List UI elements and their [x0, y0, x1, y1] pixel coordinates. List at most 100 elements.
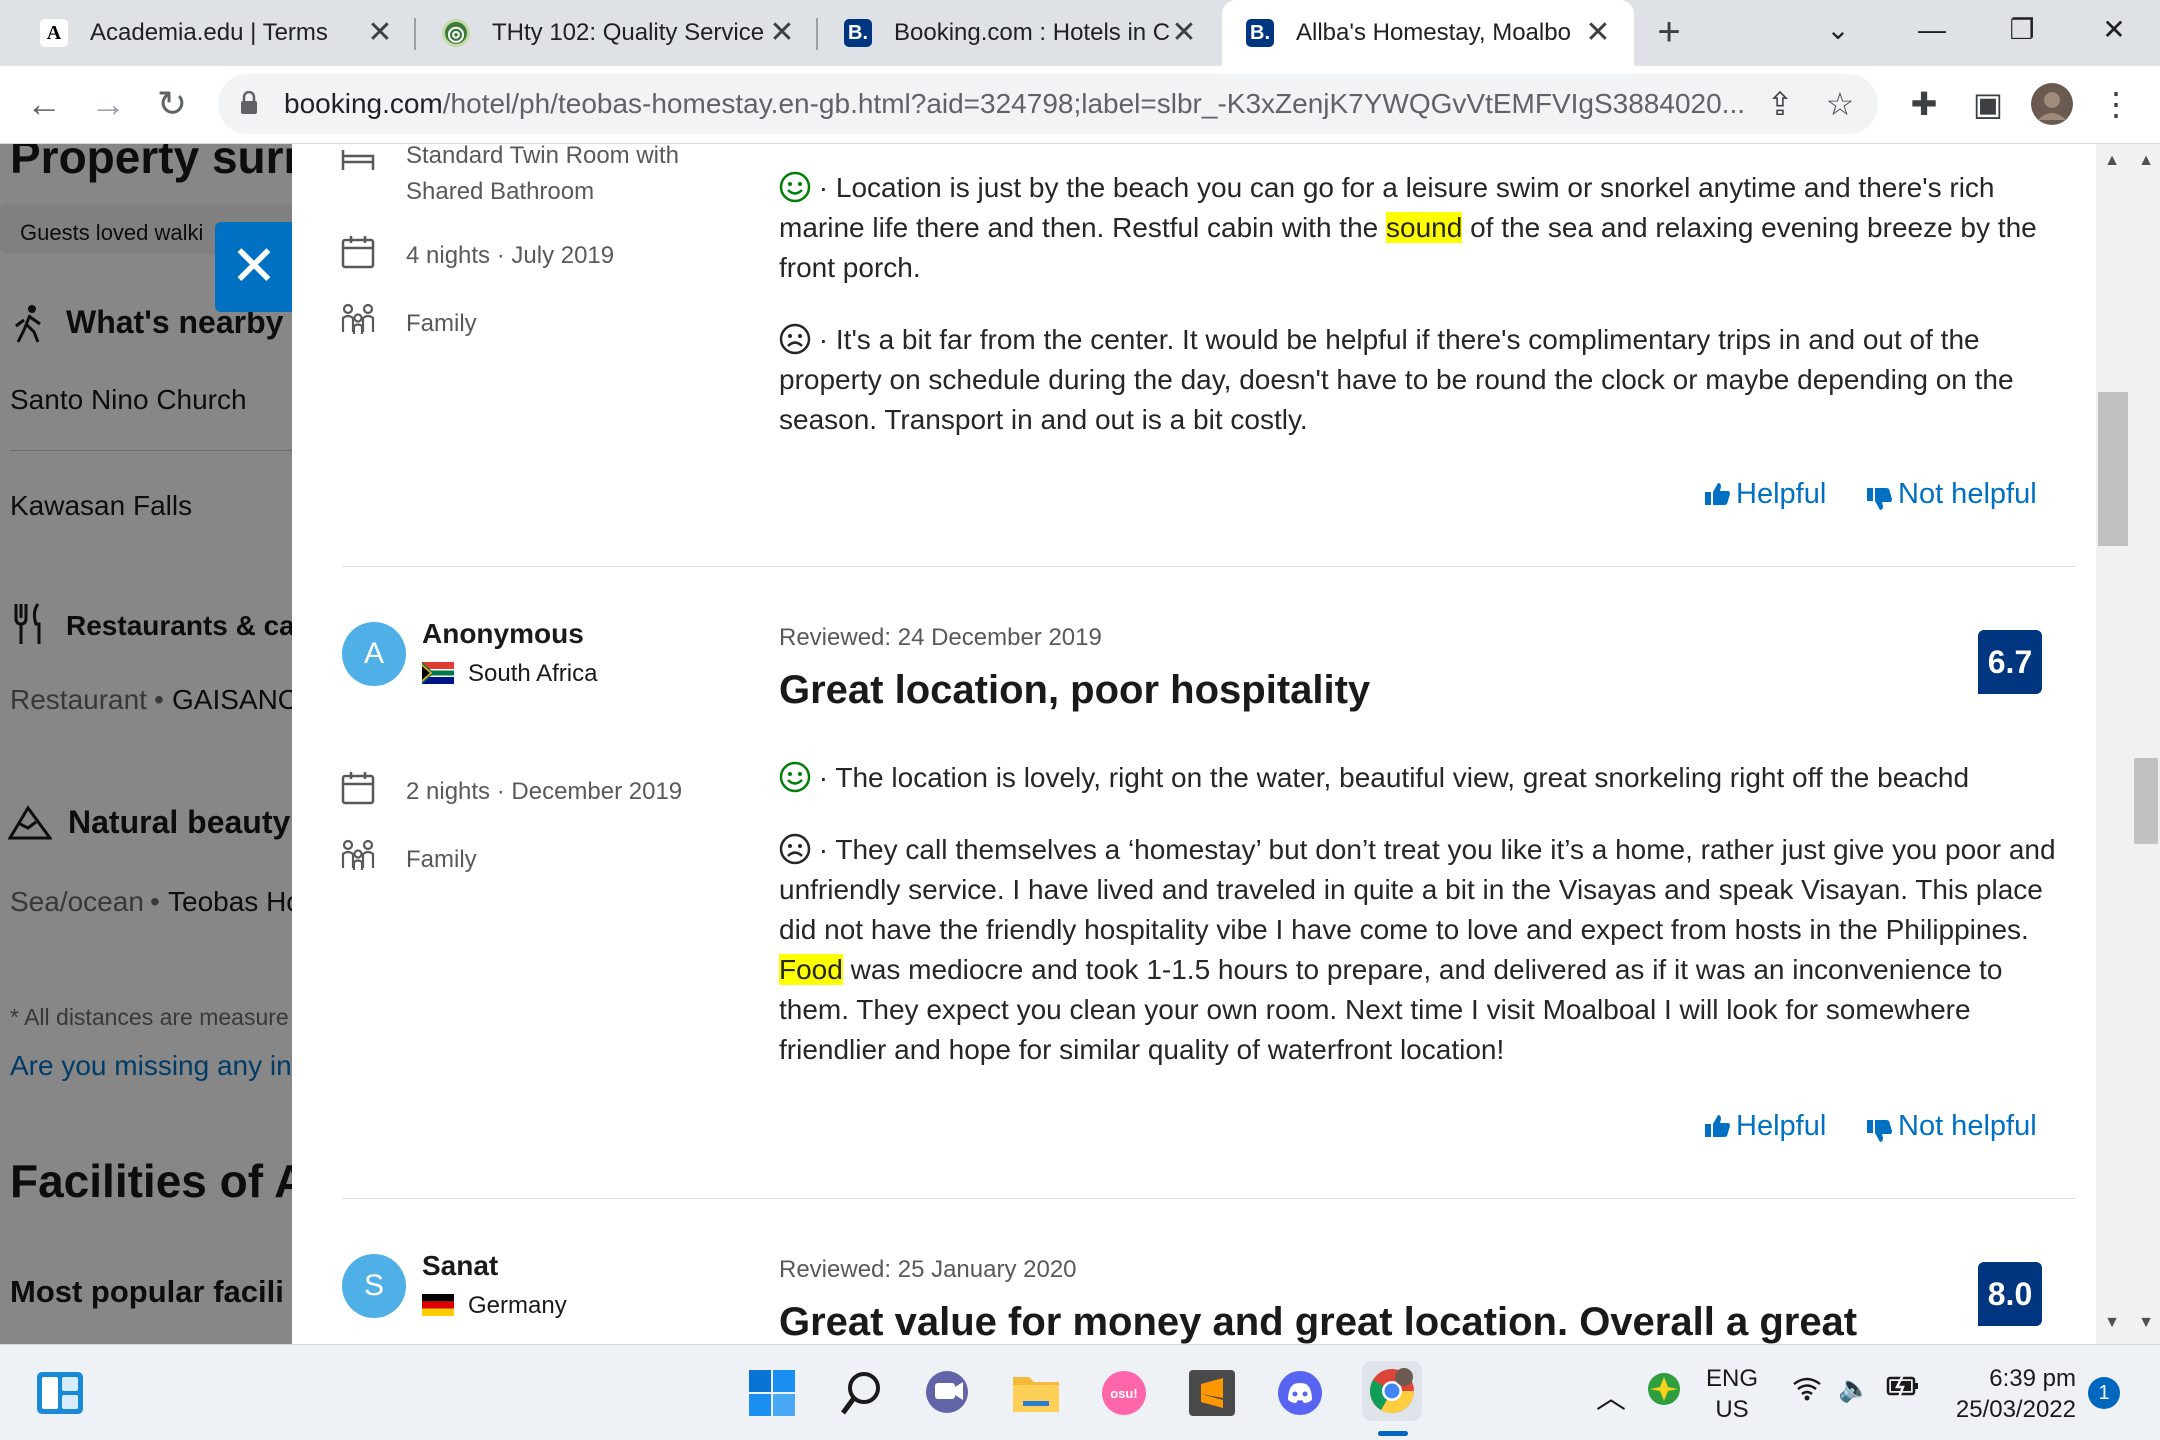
traveler-type: Family — [406, 846, 477, 873]
review-date: Reviewed: 24 December 2019 — [779, 624, 1102, 651]
osu-app-icon[interactable]: osu! — [1096, 1365, 1152, 1421]
teams-chat-icon[interactable] — [920, 1365, 976, 1421]
helpful-label: Helpful — [1736, 1110, 1827, 1142]
happy-face-icon — [779, 761, 811, 793]
clock[interactable]: 6:39 pm 25/03/2022 — [1946, 1363, 2076, 1425]
reviewer-name: Anonymous — [422, 618, 584, 649]
tab-thty[interactable]: ◎ THty 102: Quality Service ✕ — [418, 0, 818, 66]
page-scrollbar[interactable]: ▲ ▼ ▲ ▼ — [2096, 144, 2160, 1344]
discord-logo-icon — [1278, 1371, 1322, 1415]
not-helpful-button[interactable]: Not helpful — [1866, 478, 2037, 511]
side-panel-icon[interactable]: ▣ — [1966, 82, 2010, 126]
battery-charging-icon — [1886, 1374, 1918, 1398]
sad-face-icon — [779, 323, 811, 355]
profile-avatar[interactable] — [2030, 82, 2074, 126]
close-tab-icon[interactable]: ✕ — [1168, 17, 1200, 49]
language-code: ENG — [1706, 1365, 1759, 1392]
show-hidden-icons-chevron-icon[interactable]: ︿ — [1596, 1373, 1626, 1417]
osu-logo-icon: osu! — [1102, 1371, 1146, 1415]
negative-comment: · They call themselves a ‘homestay’ but … — [779, 830, 2059, 1070]
thumbs-down-icon — [1867, 488, 1892, 510]
booking-favicon-icon: B. — [844, 19, 872, 47]
review-date: Reviewed: 25 January 2020 — [779, 1256, 1077, 1283]
battery-icon[interactable] — [1886, 1373, 1920, 1406]
clock-time: 6:39 pm — [1989, 1365, 2076, 1392]
stay-nights: 2 nights — [406, 778, 491, 805]
url-text: booking.com/hotel/ph/teobas-homestay.en-… — [284, 88, 1764, 120]
reload-icon[interactable]: ↻ — [150, 82, 194, 126]
sad-face-icon — [779, 833, 811, 865]
germany-flag-icon — [422, 1294, 454, 1316]
positive-comment: · The location is lovely, right on the w… — [779, 758, 2059, 798]
review-score-badge: 8.0 — [1978, 1262, 2042, 1326]
reviews-modal: Standard Twin Room with Shared Bathroom … — [292, 144, 2096, 1344]
file-explorer-icon[interactable] — [1008, 1365, 1064, 1421]
extensions-puzzle-icon[interactable]: ✚ — [1902, 82, 1946, 126]
stay-info: 2 nights · December 2019 — [406, 778, 682, 806]
folder-icon — [1013, 1377, 1059, 1412]
sublime-text-icon[interactable] — [1184, 1365, 1240, 1421]
negative-text: was mediocre and took 1-1.5 hours to pre… — [779, 954, 2003, 1065]
calendar-icon — [341, 236, 375, 269]
url-host: booking.com — [284, 88, 443, 119]
positive-text: · The location is lovely, right on the w… — [818, 762, 1970, 793]
page-scroll-down-icon[interactable]: ▼ — [2132, 1314, 2160, 1338]
reviewer-country: South Africa — [422, 660, 597, 688]
negative-text: · They call themselves a ‘homestay’ but … — [779, 834, 2056, 945]
share-icon[interactable]: ⇪ — [1760, 84, 1800, 124]
window-close-icon[interactable]: ✕ — [2084, 8, 2144, 52]
forward-icon[interactable]: → — [86, 82, 130, 126]
address-bar[interactable]: booking.com/hotel/ph/teobas-homestay.en-… — [218, 74, 1878, 134]
stay-nights: 4 nights — [406, 242, 491, 269]
helpful-label: Helpful — [1736, 478, 1827, 510]
stay-date: December 2019 — [511, 778, 683, 805]
tab-title: Allba's Homestay, Moalbo — [1296, 19, 1571, 46]
tray-app-icon[interactable] — [1646, 1371, 1682, 1414]
page-scroll-up-icon[interactable]: ▲ — [2132, 152, 2160, 176]
windows-logo-icon — [749, 1370, 795, 1416]
family-icon — [341, 839, 375, 870]
negative-comment: · It's a bit far from the center. It wou… — [779, 320, 2059, 440]
restore-icon[interactable]: ❐ — [1992, 8, 2052, 52]
tab-allba-homestay[interactable]: B. Allba's Homestay, Moalbo ✕ — [1222, 0, 1634, 66]
widgets-icon[interactable] — [32, 1365, 88, 1421]
tab-title: THty 102: Quality Service — [492, 19, 765, 46]
bed-icon — [341, 150, 375, 170]
modal-scrollbar-thumb[interactable] — [2098, 392, 2128, 546]
search-icon[interactable] — [834, 1365, 890, 1421]
close-tab-icon[interactable]: ✕ — [766, 17, 798, 49]
language-indicator[interactable]: ENG US — [1706, 1363, 1758, 1425]
minimize-icon[interactable]: — — [1902, 8, 1962, 52]
chrome-taskbar-icon[interactable] — [1362, 1361, 1422, 1421]
start-button[interactable] — [744, 1365, 800, 1421]
active-app-indicator — [1378, 1431, 1408, 1436]
bookmark-star-icon[interactable]: ☆ — [1820, 84, 1860, 124]
modal-scroll-up-icon[interactable]: ▲ — [2098, 152, 2126, 176]
browser-toolbar: ← → ↻ booking.com/hotel/ph/teobas-homest… — [0, 66, 2160, 144]
chat-bubble-icon — [926, 1371, 968, 1413]
wifi-icon[interactable] — [1792, 1375, 1822, 1408]
volume-icon[interactable]: 🔈 — [1838, 1373, 1870, 1404]
search-highlight: sound — [1386, 212, 1463, 243]
new-tab-icon[interactable]: + — [1648, 12, 1690, 54]
tab-search-chevron-icon[interactable]: ⌄ — [1808, 8, 1868, 52]
close-tab-icon[interactable]: ✕ — [1582, 17, 1614, 49]
tab-booking-search[interactable]: B. Booking.com : Hotels in C ✕ — [820, 0, 1220, 66]
tab-academia[interactable]: A Academia.edu | Terms ✕ — [16, 0, 416, 66]
page-scrollbar-thumb[interactable] — [2134, 758, 2158, 844]
review-divider — [342, 566, 2076, 567]
close-tab-icon[interactable]: ✕ — [364, 17, 396, 49]
not-helpful-button[interactable]: Not helpful — [1866, 1110, 2037, 1143]
stay-info: 4 nights · July 2019 — [406, 242, 614, 270]
close-reviews-button[interactable]: ✕ — [215, 222, 293, 312]
back-icon[interactable]: ← — [22, 82, 66, 126]
notification-badge[interactable]: 1 — [2088, 1377, 2120, 1409]
chrome-menu-icon[interactable]: ⋮ — [2094, 82, 2138, 126]
discord-icon[interactable] — [1272, 1365, 1328, 1421]
helpful-button[interactable]: Helpful — [1704, 1110, 1826, 1143]
modal-scroll-down-icon[interactable]: ▼ — [2098, 1314, 2126, 1338]
not-helpful-label: Not helpful — [1898, 478, 2037, 510]
tab-strip: A Academia.edu | Terms ✕ ◎ THty 102: Qua… — [0, 0, 2160, 66]
helpful-button[interactable]: Helpful — [1704, 478, 1826, 511]
review-title: Great location, poor hospitality — [779, 668, 1371, 712]
